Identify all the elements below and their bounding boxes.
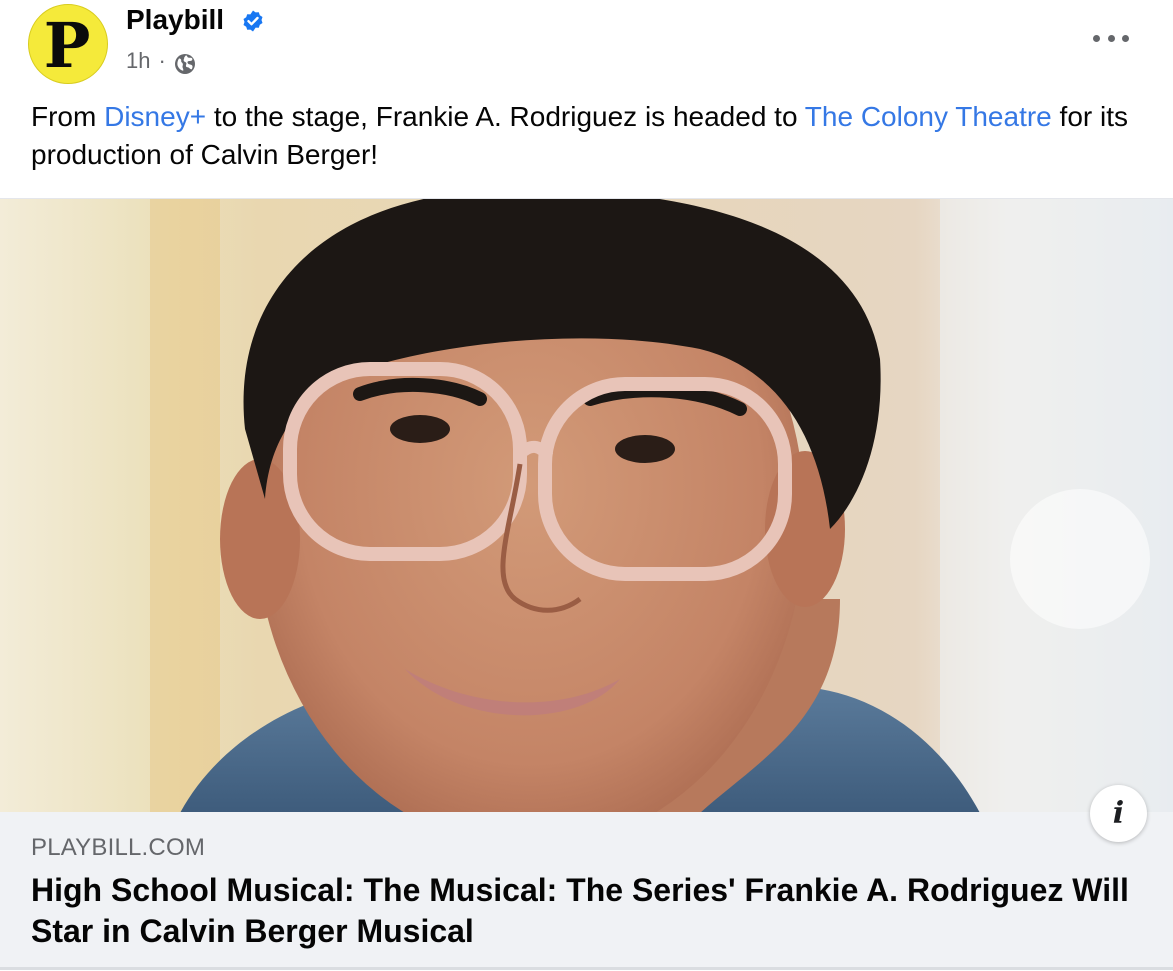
more-dot: [1122, 34, 1129, 42]
page-name[interactable]: Playbill: [126, 4, 224, 36]
link-headline[interactable]: High School Musical: The Musical: The Se…: [31, 870, 1131, 952]
info-glyph: i: [1112, 796, 1125, 831]
more-dot: [1093, 34, 1100, 42]
verified-badge-icon: [243, 10, 263, 32]
post-header: P Playbill 1h ·: [0, 0, 1173, 95]
page-avatar[interactable]: P: [28, 4, 108, 84]
link-domain: PLAYBILL.COM: [31, 834, 206, 861]
portrait-photo: [0, 199, 1173, 813]
meta-separator: ·: [158, 48, 166, 73]
avatar-logo-letter: P: [43, 9, 91, 82]
more-dot: [1107, 34, 1115, 42]
globe-icon: [174, 54, 195, 74]
post-time[interactable]: 1h: [126, 48, 150, 74]
more-options-icon[interactable]: [1093, 26, 1129, 50]
link-preview-card[interactable]: PLAYBILL.COM High School Musical: The Mu…: [0, 812, 1173, 970]
link-colony-theatre[interactable]: The Colony Theatre: [805, 101, 1052, 132]
info-icon[interactable]: i: [1090, 785, 1147, 842]
post-text-segment: to the stage, Frankie A. Rodriguez is he…: [206, 101, 805, 132]
link-disney-plus[interactable]: Disney+: [104, 101, 206, 132]
post-text-segment: From: [31, 101, 105, 132]
link-preview-image[interactable]: [0, 198, 1173, 813]
post-meta: 1h ·: [126, 46, 197, 76]
post-message: From Disney+ to the stage, Frankie A. Ro…: [31, 98, 1161, 174]
